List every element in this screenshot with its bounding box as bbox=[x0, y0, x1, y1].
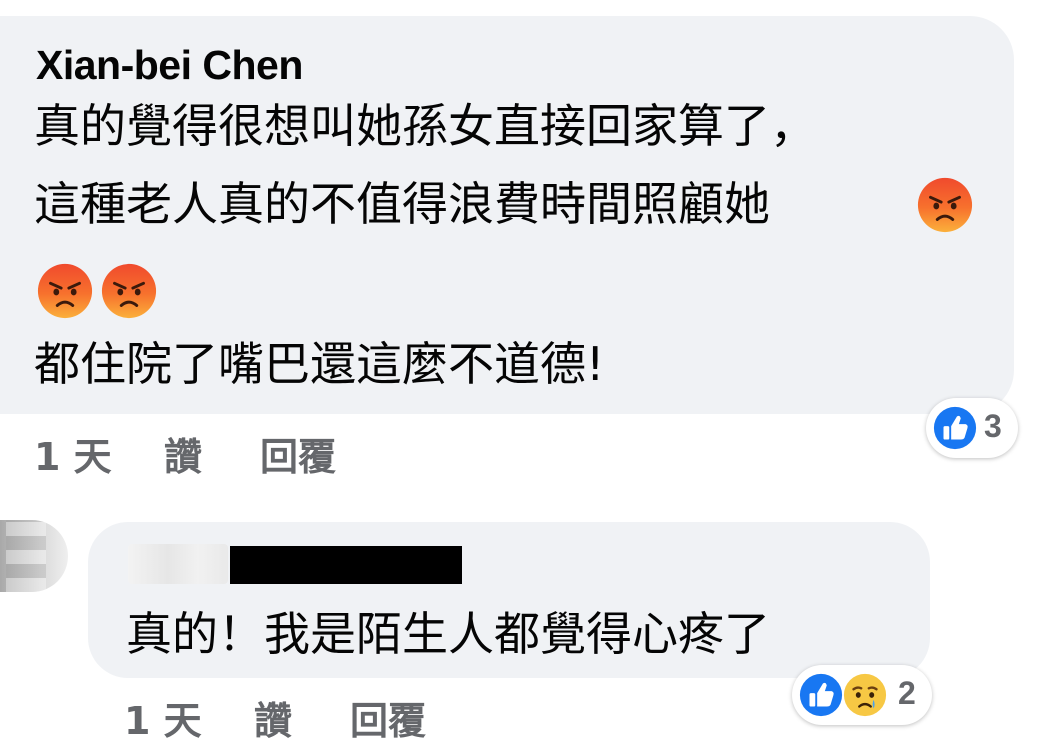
comment-timestamp[interactable]: 1 天 bbox=[34, 426, 112, 481]
comment-actions: 1 天 讚 回覆 bbox=[124, 690, 524, 743]
comment-timestamp[interactable]: 1 天 bbox=[124, 690, 202, 745]
like-link[interactable]: 讚 bbox=[164, 426, 202, 481]
reaction-summary[interactable]: 2 bbox=[792, 665, 932, 725]
comment-text-line: 這種老人真的不值得浪費時間照顧她 bbox=[34, 177, 770, 231]
like-reaction-icon bbox=[933, 406, 977, 450]
redacted-author-name bbox=[230, 546, 462, 584]
reaction-summary[interactable]: 3 bbox=[926, 398, 1018, 458]
like-reaction-icon bbox=[799, 673, 843, 717]
sad-reaction-icon bbox=[843, 673, 887, 717]
comment-actions: 1 天 讚 回覆 bbox=[34, 426, 434, 479]
avatar[interactable] bbox=[0, 520, 68, 592]
blurred-author-name bbox=[128, 544, 228, 584]
angry-face-icon bbox=[37, 263, 93, 319]
reaction-count: 2 bbox=[898, 675, 916, 711]
comment-text-line: 真的！我是陌生人都覺得心疼了 bbox=[126, 607, 770, 661]
comments-panel: Xian-bei Chen 真的覺得很想叫她孫女直接回家算了， 這種老人真的不值… bbox=[0, 0, 1064, 748]
comment-text-line: 真的覺得很想叫她孫女直接回家算了， bbox=[34, 99, 816, 153]
reaction-count: 3 bbox=[984, 408, 1002, 444]
angry-face-icon bbox=[101, 263, 157, 319]
like-link[interactable]: 讚 bbox=[254, 690, 292, 745]
reply-link[interactable]: 回覆 bbox=[260, 426, 336, 481]
angry-face-icon bbox=[917, 177, 973, 233]
comment-text-line: 都住院了嘴巴還這麼不道德! bbox=[34, 337, 605, 391]
comment-author-name[interactable]: Xian-bei Chen bbox=[36, 42, 303, 89]
reply-link[interactable]: 回覆 bbox=[350, 690, 426, 745]
